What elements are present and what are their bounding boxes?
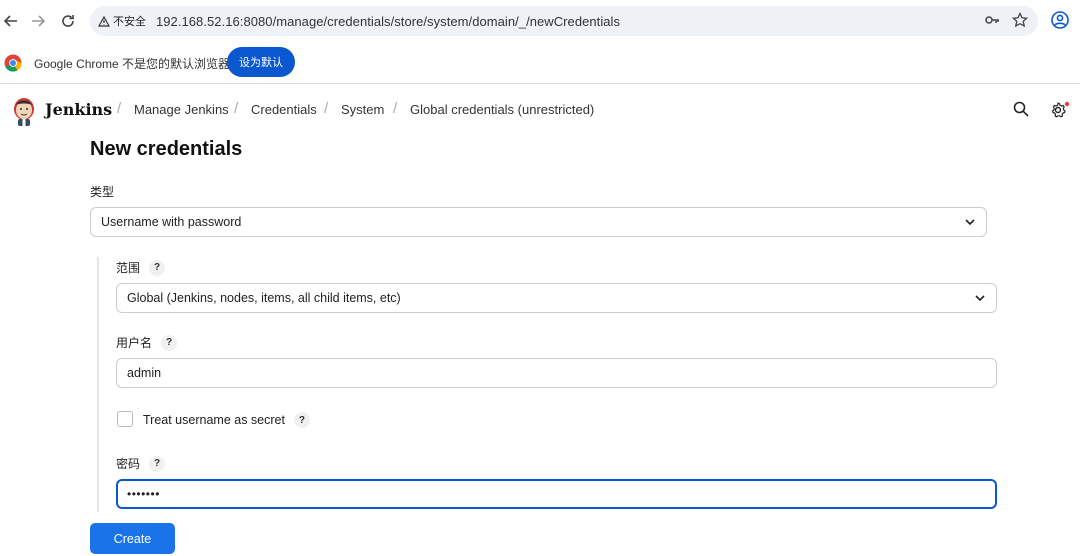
password-help-icon[interactable]: ? xyxy=(149,455,166,472)
breadcrumb-separator: / xyxy=(234,100,239,117)
gear-icon[interactable] xyxy=(1050,101,1070,119)
username-help-icon[interactable]: ? xyxy=(161,334,178,351)
breadcrumb-separator: / xyxy=(324,100,329,117)
security-indicator[interactable]: 不安全 xyxy=(98,13,146,29)
search-icon[interactable] xyxy=(1013,101,1029,117)
kind-select[interactable]: Username with password xyxy=(90,207,987,237)
warning-icon xyxy=(98,15,110,27)
jenkins-logo-icon[interactable] xyxy=(11,95,37,127)
forward-button[interactable] xyxy=(23,6,53,36)
password-label: 密码 ? xyxy=(116,455,166,472)
kind-label-text: 类型 xyxy=(90,185,115,199)
breadcrumb-credentials[interactable]: Credentials xyxy=(251,102,317,117)
chevron-down-icon xyxy=(965,219,975,226)
scope-help-icon[interactable]: ? xyxy=(149,259,166,276)
breadcrumb-manage-jenkins[interactable]: Manage Jenkins xyxy=(134,102,229,117)
security-label: 不安全 xyxy=(113,16,146,28)
reload-icon xyxy=(62,15,74,27)
password-label-text: 密码 xyxy=(116,457,141,471)
chevron-down-icon xyxy=(975,295,985,302)
account-icon xyxy=(1051,11,1069,29)
app-name[interactable]: Jenkins xyxy=(45,100,112,119)
set-default-button[interactable]: 设为默认 xyxy=(227,47,295,77)
star-icon[interactable] xyxy=(1012,12,1028,28)
default-browser-infobar: Google Chrome 不是您的默认浏览器 xyxy=(0,42,1080,84)
key-icon[interactable] xyxy=(984,12,1000,28)
password-input[interactable]: ••••••• xyxy=(116,479,997,509)
username-label: 用户名 ? xyxy=(116,334,178,351)
arrow-right-icon xyxy=(32,15,45,27)
url-text[interactable]: 192.168.52.16:8080/manage/credentials/st… xyxy=(156,14,620,29)
username-secret-help-icon[interactable]: ? xyxy=(293,412,310,428)
username-input[interactable]: admin xyxy=(116,358,997,388)
chrome-logo-icon xyxy=(4,54,22,72)
infobar-message: Google Chrome 不是您的默认浏览器 xyxy=(34,57,231,71)
profile-button[interactable] xyxy=(1050,10,1070,35)
reload-button[interactable] xyxy=(53,6,83,36)
username-secret-label: Treat username as secret ? xyxy=(143,412,310,428)
page-title: New credentials xyxy=(90,138,243,160)
scope-label-text: 范围 xyxy=(116,261,141,275)
breadcrumb-system[interactable]: System xyxy=(341,102,384,117)
scope-label: 范围 ? xyxy=(116,259,166,276)
username-secret-checkbox[interactable] xyxy=(117,411,133,427)
scope-select-value: Global (Jenkins, nodes, items, all child… xyxy=(127,291,401,305)
address-bar[interactable]: 不安全 192.168.52.16:8080/manage/credential… xyxy=(90,6,1038,36)
username-label-text: 用户名 xyxy=(116,336,153,350)
kind-label: 类型 xyxy=(90,183,114,200)
username-secret-label-text[interactable]: Treat username as secret xyxy=(143,413,285,427)
jenkins-header: Jenkins / Manage Jenkins / Credentials /… xyxy=(0,85,1080,135)
scope-select[interactable]: Global (Jenkins, nodes, items, all child… xyxy=(116,283,997,313)
browser-toolbar: 不安全 192.168.52.16:8080/manage/credential… xyxy=(0,0,1080,42)
username-input-value: admin xyxy=(127,366,162,380)
arrow-left-icon xyxy=(4,15,17,27)
password-input-value: ••••••• xyxy=(127,487,160,501)
kind-select-value: Username with password xyxy=(101,215,242,229)
breadcrumb-separator: / xyxy=(393,100,398,117)
create-button[interactable]: Create xyxy=(90,523,175,554)
breadcrumb-separator: / xyxy=(117,100,122,117)
breadcrumb-global-credentials[interactable]: Global credentials (unrestricted) xyxy=(410,102,594,117)
nested-section-rail xyxy=(97,257,99,512)
